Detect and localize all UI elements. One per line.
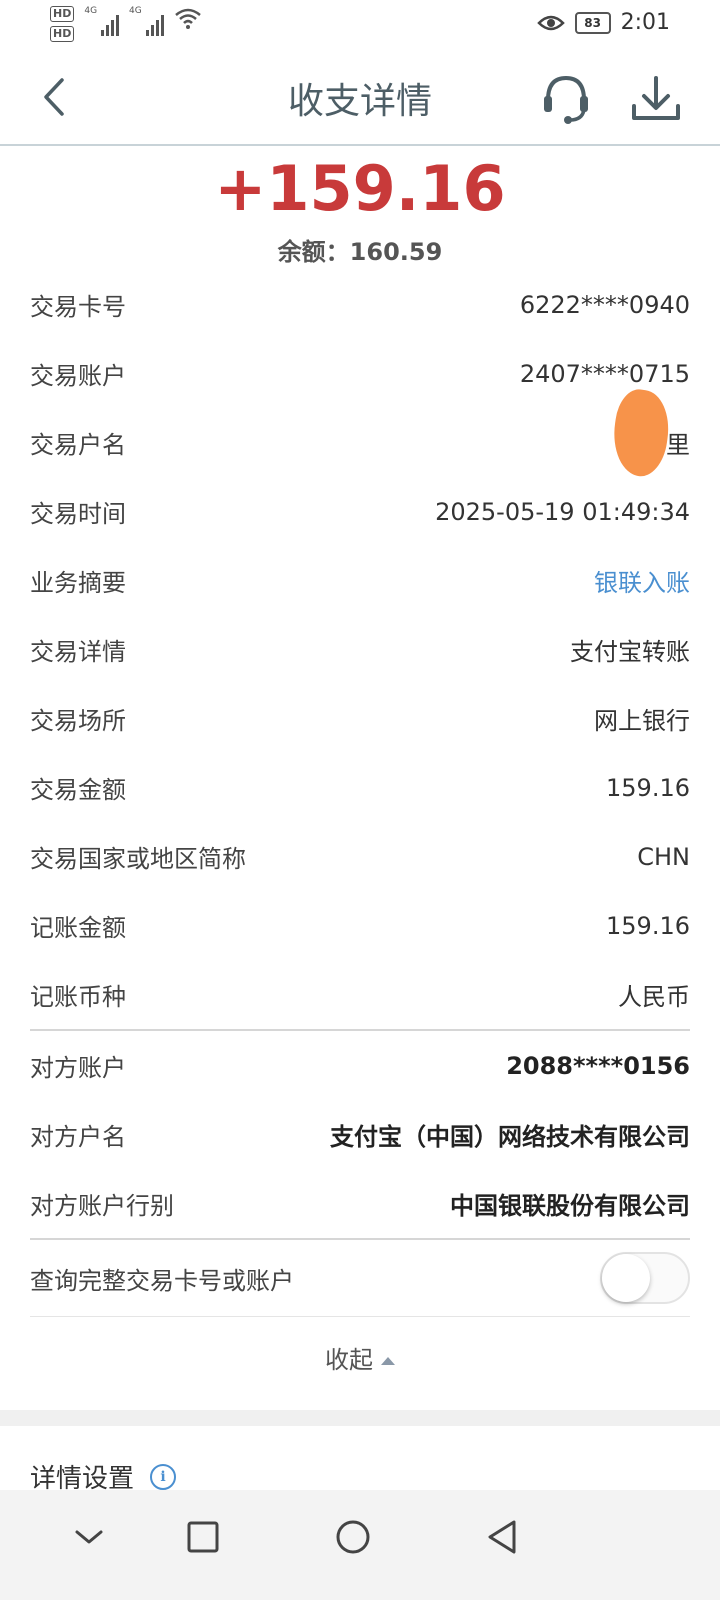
section-gap: [0, 1410, 720, 1426]
detail-value: 159.16: [606, 773, 690, 802]
detail-value: 2407****0715: [519, 359, 690, 388]
detail-label: 交易户名: [30, 431, 126, 459]
detail-value: 2025-05-19 01:49:34: [435, 497, 690, 526]
status-right: 83 2:01: [536, 10, 670, 35]
summary-link[interactable]: 银联入账: [594, 563, 690, 598]
clock: 2:01: [620, 10, 670, 35]
transaction-amount: +159.16: [214, 152, 506, 225]
detail-value: 支付宝（中国）网络技术有限公司: [330, 1123, 690, 1151]
network-type-2: 4G: [129, 6, 142, 16]
app-header: 收支详情: [0, 50, 720, 146]
recent-apps-icon[interactable]: [178, 1512, 228, 1562]
chevron-down-icon[interactable]: [64, 1512, 114, 1562]
detail-value: 网上银行: [594, 707, 690, 735]
status-left: HD HD 4G 4G: [50, 6, 202, 42]
detail-value: 人民币: [618, 983, 690, 1011]
hd-indicators: HD HD: [50, 6, 75, 42]
detail-label: 交易时间: [30, 500, 126, 528]
detail-row-country: 交易国家或地区简称 CHN: [30, 822, 690, 891]
signal-icon-1: 4G: [84, 6, 120, 36]
detail-label: 交易详情: [30, 638, 126, 666]
signal-icon-2: 4G: [129, 6, 164, 36]
full-number-toggle-row: 查询完整交易卡号或账户: [30, 1240, 690, 1317]
detail-label: 记账币种: [30, 983, 126, 1011]
detail-label: 交易金额: [30, 776, 126, 804]
counterparty-row-bank: 对方账户行别 中国银联股份有限公司: [30, 1169, 690, 1238]
wifi-icon: [174, 8, 201, 29]
detail-row-account: 交易账户 2407****0715: [30, 339, 690, 408]
detail-row-account-name: 交易户名 谭 里: [30, 408, 690, 477]
detail-label: 交易卡号: [30, 293, 126, 321]
detail-row-amount: 交易金额 159.16: [30, 753, 690, 822]
status-bar: HD HD 4G 4G 83 2:01: [0, 0, 720, 50]
battery-icon: 83: [574, 11, 611, 34]
detail-row-summary: 业务摘要 银联入账: [30, 546, 690, 615]
info-icon[interactable]: i: [150, 1463, 177, 1490]
detail-label: 对方账户: [30, 1054, 126, 1082]
detail-label: 业务摘要: [30, 569, 126, 597]
page-title: 收支详情: [287, 81, 432, 122]
detail-label: 对方账户行别: [30, 1192, 174, 1220]
detail-label: 交易场所: [30, 707, 126, 735]
detail-value: 中国银联股份有限公司: [450, 1192, 690, 1220]
detail-value: 6222****0940: [519, 290, 690, 319]
network-type-1: 4G: [84, 6, 98, 16]
detail-label: 交易账户: [30, 362, 126, 390]
detail-row-currency: 记账币种 人民币: [30, 960, 690, 1029]
system-nav-bar: [0, 1490, 720, 1600]
detail-row-card-number: 交易卡号 6222****0940: [30, 270, 690, 339]
caret-up-icon: [381, 1357, 395, 1365]
detail-label: 记账金额: [30, 914, 126, 942]
detail-row-booked-amount: 记账金额 159.16: [30, 891, 690, 960]
eye-icon: [536, 15, 565, 30]
hd-badge-1: HD: [50, 6, 75, 22]
detail-value: 2088****0156: [506, 1051, 690, 1080]
counterparty-row-account: 对方账户 2088****0156: [30, 1031, 690, 1100]
balance-text: 余额：160.59: [277, 238, 443, 266]
detail-list: 交易卡号 6222****0940 交易账户 2407****0715 交易户名…: [30, 270, 690, 1317]
counterparty-row-name: 对方户名 支付宝（中国）网络技术有限公司: [30, 1100, 690, 1169]
home-icon[interactable]: [328, 1512, 378, 1562]
full-number-toggle[interactable]: [600, 1252, 690, 1304]
detail-row-description: 交易详情 支付宝转账: [30, 615, 690, 684]
toggle-label: 查询完整交易卡号或账户: [30, 1266, 294, 1295]
hd-badge-2: HD: [50, 26, 75, 42]
detail-value: CHN: [637, 842, 690, 871]
detail-row-time: 交易时间 2025-05-19 01:49:34: [30, 477, 690, 546]
collapse-label: 收起: [325, 1346, 373, 1374]
detail-label: 交易国家或地区简称: [30, 845, 246, 873]
customer-service-icon[interactable]: [538, 70, 594, 126]
toggle-knob: [602, 1254, 650, 1302]
detail-value: 支付宝转账: [570, 638, 690, 666]
detail-label: 对方户名: [30, 1123, 126, 1151]
back-nav-icon[interactable]: [478, 1512, 528, 1562]
download-icon[interactable]: [628, 70, 684, 126]
collapse-button[interactable]: 收起: [0, 1340, 720, 1375]
detail-value: 159.16: [606, 911, 690, 940]
detail-row-channel: 交易场所 网上银行: [30, 684, 690, 753]
